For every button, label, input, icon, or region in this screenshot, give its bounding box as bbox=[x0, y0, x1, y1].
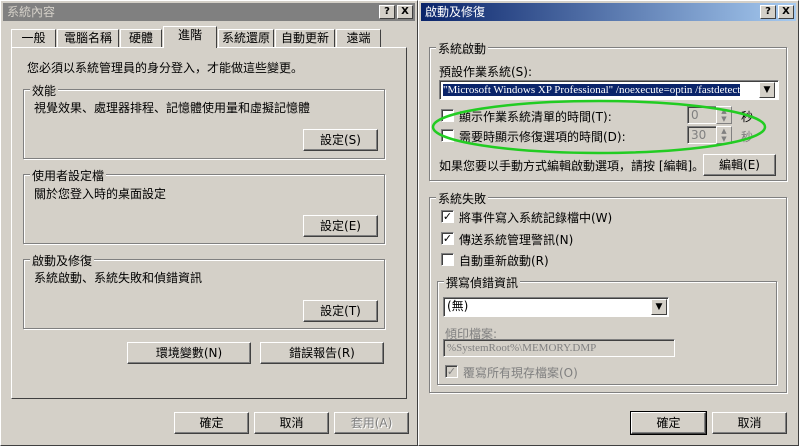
help-button[interactable]: ? bbox=[379, 5, 395, 19]
chevron-down-icon[interactable]: ▼ bbox=[759, 82, 775, 98]
edit-button[interactable]: 編輯(E) bbox=[703, 154, 776, 176]
window-title: 啟動及修復 bbox=[425, 5, 486, 19]
cancel-button[interactable]: 取消 bbox=[254, 412, 329, 434]
user-profiles-settings-button[interactable]: 設定(E) bbox=[303, 215, 378, 237]
tab-auto-update[interactable]: 自動更新 bbox=[275, 29, 335, 47]
dump-file-input[interactable]: %SystemRoot%\MEMORY.DMP bbox=[443, 339, 675, 357]
debug-info-title: 撰寫偵錯資訊 bbox=[444, 274, 521, 291]
write-event-label: 將事件寫入系統記錄檔中(W) bbox=[459, 211, 613, 225]
tab-remote[interactable]: 遠端 bbox=[336, 29, 381, 47]
startup-recovery-title: 啟動及修復 bbox=[30, 252, 95, 269]
system-startup-title: 系統啟動 bbox=[436, 40, 489, 57]
environment-variables-button[interactable]: 環境變數(N) bbox=[127, 342, 251, 364]
system-failure-title: 系統失敗 bbox=[436, 190, 489, 207]
window-title: 系統內容 bbox=[7, 5, 56, 19]
tab-advanced[interactable]: 進階 bbox=[163, 26, 217, 48]
auto-restart-checkbox[interactable] bbox=[441, 253, 454, 266]
ok-button[interactable]: 確定 bbox=[630, 411, 707, 435]
tab-system-restore[interactable]: 系統還原 bbox=[218, 29, 274, 47]
debug-info-select[interactable]: (無) bbox=[443, 297, 669, 317]
help-button[interactable]: ? bbox=[760, 5, 776, 19]
tab-general[interactable]: 一般 bbox=[11, 29, 56, 47]
system-properties-window: 系統內容 ? X 一般 電腦名稱 硬體 進階 系統還原 自動更新 遠端 您必須以… bbox=[0, 0, 418, 446]
default-os-label: 預設作業系統(S): bbox=[439, 65, 533, 79]
user-profiles-title: 使用者設定檔 bbox=[30, 167, 107, 184]
error-reporting-button[interactable]: 錯誤報告(R) bbox=[260, 342, 384, 364]
startup-recovery-titlebar[interactable]: 啟動及修復 ? X bbox=[421, 3, 796, 21]
ok-button[interactable]: 確定 bbox=[174, 412, 249, 434]
close-button[interactable]: X bbox=[397, 5, 413, 19]
cancel-button[interactable]: 取消 bbox=[712, 412, 787, 434]
tab-computer-name[interactable]: 電腦名稱 bbox=[57, 29, 119, 47]
send-alert-checkbox[interactable]: ✓ bbox=[441, 232, 454, 245]
chevron-down-icon[interactable]: ▼ bbox=[651, 299, 667, 315]
startup-recovery-settings-button[interactable]: 設定(T) bbox=[303, 300, 378, 322]
performance-title: 效能 bbox=[30, 82, 59, 99]
performance-settings-button[interactable]: 設定(S) bbox=[303, 129, 378, 151]
send-alert-label: 傳送系統管理警訊(N) bbox=[459, 233, 574, 247]
overwrite-label: 覆寫所有現存檔案(O) bbox=[463, 366, 578, 380]
startup-recovery-desc: 系統啟動、系統失敗和偵錯資訊 bbox=[34, 271, 203, 285]
performance-desc: 視覺效果、處理器排程、記憶體使用量和虛擬記憶體 bbox=[34, 101, 311, 115]
write-event-checkbox[interactable]: ✓ bbox=[441, 210, 454, 223]
system-properties-titlebar[interactable]: 系統內容 ? X bbox=[3, 3, 415, 21]
tab-hardware[interactable]: 硬體 bbox=[120, 29, 162, 47]
edit-note: 如果您要以手動方式編輯啟動選項，請按 [編輯]。 bbox=[439, 159, 705, 173]
apply-button[interactable]: 套用(A) bbox=[334, 412, 409, 434]
admin-note: 您必須以系統管理員的身分登入，才能做這些變更。 bbox=[27, 61, 304, 75]
overwrite-checkbox[interactable]: ✓ bbox=[445, 365, 458, 378]
close-button[interactable]: X bbox=[778, 5, 794, 19]
auto-restart-label: 自動重新啟動(R) bbox=[459, 254, 549, 268]
annotation-oval bbox=[431, 99, 767, 155]
startup-recovery-window: 啟動及修復 ? X 系統啟動 預設作業系統(S): "Microsoft Win… bbox=[418, 0, 799, 446]
user-profiles-desc: 關於您登入時的桌面設定 bbox=[34, 187, 167, 201]
